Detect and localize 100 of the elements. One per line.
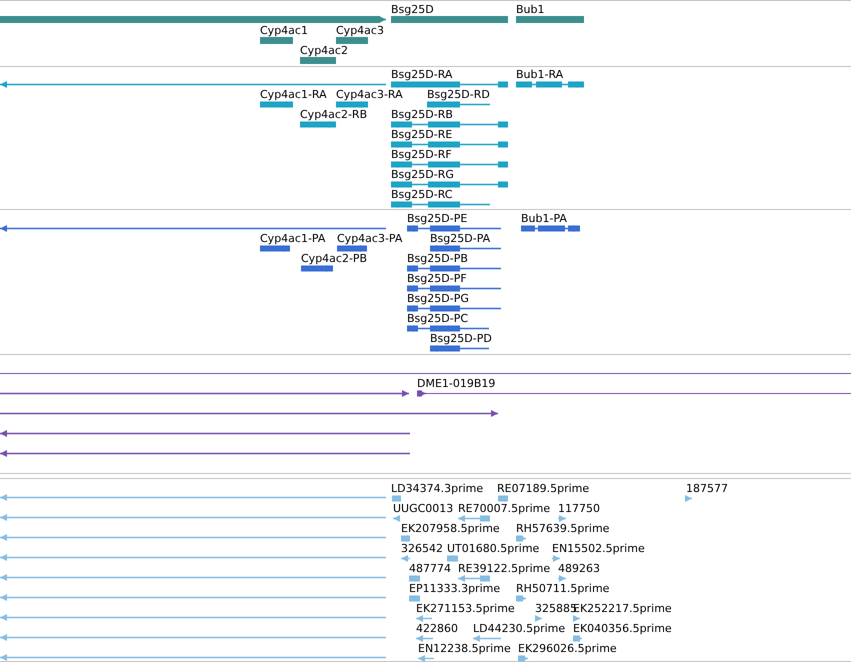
gene-glyph[interactable] xyxy=(300,57,336,64)
feature-label: UUGC0013 xyxy=(393,502,454,515)
feature-label: Cyp4ac3-RA xyxy=(336,88,403,101)
est-glyph[interactable] xyxy=(458,515,490,522)
transcript-glyph[interactable] xyxy=(391,181,508,188)
feature-label: Cyp4ac2-RB xyxy=(300,108,368,121)
est-glyph[interactable] xyxy=(393,515,400,522)
est-glyph[interactable] xyxy=(416,635,433,642)
feature-label: Cyp4ac2 xyxy=(300,44,348,57)
feature-label: Bsg25D xyxy=(391,3,434,16)
est-glyph[interactable] xyxy=(409,595,420,602)
feature-label: Bsg25D-PC xyxy=(407,312,468,325)
transcript-glyph[interactable] xyxy=(516,81,584,88)
feature-label: DME1-019B19 xyxy=(417,377,496,390)
feature-label: 326542 xyxy=(401,542,443,555)
est-glyph[interactable] xyxy=(401,535,410,542)
feature-label: Bsg25D-RD xyxy=(427,88,490,101)
est-glyph[interactable] xyxy=(418,655,434,662)
transcript-glyph[interactable] xyxy=(427,101,490,108)
feature-label: EK207958.5prime xyxy=(401,522,500,535)
feature-label: 117750 xyxy=(558,502,600,515)
feature-label: LD44230.5prime xyxy=(473,622,566,635)
feature-label: 187577 xyxy=(686,482,728,495)
est-glyph[interactable] xyxy=(573,615,580,622)
est-glyph[interactable] xyxy=(558,575,566,582)
protein-glyph[interactable] xyxy=(407,285,501,292)
feature-label: Bub1-RA xyxy=(516,68,564,81)
feature-label: Bsg25D-RF xyxy=(391,148,452,161)
protein-glyph[interactable] xyxy=(407,265,501,272)
transcript-glyph[interactable] xyxy=(336,101,368,108)
feature-label: Bsg25D-RG xyxy=(391,168,454,181)
feature-label: Cyp4ac2-PB xyxy=(301,252,368,265)
est-glyph[interactable] xyxy=(401,555,410,562)
est-glyph[interactable] xyxy=(518,655,528,662)
feature-label: Bsg25D-RB xyxy=(391,108,453,121)
protein-glyph[interactable] xyxy=(407,305,501,312)
feature-label: Bsg25D-PE xyxy=(407,212,468,225)
feature-label: Bsg25D-PG xyxy=(407,292,469,305)
protein-glyph[interactable] xyxy=(407,325,489,332)
protein-glyph[interactable] xyxy=(337,245,367,252)
feature-label: RE07189.5prime xyxy=(497,482,590,495)
feature-label: EK271153.5prime xyxy=(416,602,515,615)
transcript-glyph[interactable] xyxy=(300,121,336,128)
feature-label: Bsg25D-RE xyxy=(391,128,452,141)
gene-glyph[interactable] xyxy=(336,37,368,44)
est-glyph[interactable] xyxy=(516,595,526,602)
est-glyph[interactable] xyxy=(498,495,508,502)
feature-label: Bub1 xyxy=(516,3,544,16)
gene-glyph[interactable] xyxy=(391,16,508,23)
est-glyph[interactable] xyxy=(573,635,582,642)
feature-label: 422860 xyxy=(416,622,458,635)
feature-label: RE70007.5prime xyxy=(458,502,550,515)
feature-label: RH57639.5prime xyxy=(516,522,610,535)
feature-label: EP11333.3prime xyxy=(409,582,500,595)
transcript-glyph[interactable] xyxy=(391,201,490,208)
transcript-glyph[interactable] xyxy=(391,81,508,88)
feature-label: Cyp4ac1 xyxy=(260,24,308,37)
transcript-glyph[interactable] xyxy=(260,101,293,108)
feature-label: Bsg25D-RC xyxy=(391,188,452,201)
feature-label: RH50711.5prime xyxy=(516,582,610,595)
transcript-glyph[interactable] xyxy=(391,121,508,128)
gene-glyph[interactable] xyxy=(516,16,584,23)
protein-glyph[interactable] xyxy=(521,225,580,232)
transcript-glyph[interactable] xyxy=(391,161,508,168)
est-glyph[interactable] xyxy=(516,535,526,542)
est-glyph[interactable] xyxy=(552,555,560,562)
est-glyph[interactable] xyxy=(535,615,542,622)
protein-glyph[interactable] xyxy=(407,225,501,232)
est-glyph[interactable] xyxy=(409,575,420,582)
protein-glyph[interactable] xyxy=(301,265,333,272)
feature-label: EN12238.5prime xyxy=(418,642,511,655)
protein-glyph[interactable] xyxy=(260,245,290,252)
feature-label: RE39122.5prime xyxy=(458,562,550,575)
feature-label: Bub1-PA xyxy=(521,212,567,225)
feature-label: Cyp4ac3 xyxy=(336,24,384,37)
est-glyph[interactable] xyxy=(685,495,692,502)
feature-label: Bsg25D-PF xyxy=(407,272,467,285)
feature-label: Cyp4ac3-PA xyxy=(337,232,402,245)
protein-glyph[interactable] xyxy=(430,345,489,352)
gene-glyph[interactable] xyxy=(260,37,293,44)
feature-label: UT01680.5prime xyxy=(447,542,540,555)
feature-label: Cyp4ac1-PA xyxy=(260,232,326,245)
feature-label: Bsg25D-RA xyxy=(391,68,452,81)
est-glyph[interactable] xyxy=(392,495,401,502)
est-glyph[interactable] xyxy=(416,615,432,622)
est-glyph[interactable] xyxy=(458,575,490,582)
feature-label: Bsg25D-PB xyxy=(407,252,468,265)
feature-label: EN15502.5prime xyxy=(552,542,645,555)
est-glyph[interactable] xyxy=(473,635,501,642)
feature-label: 487774 xyxy=(409,562,451,575)
clone-glyph[interactable] xyxy=(417,390,426,397)
feature-label: LD34374.3prime xyxy=(391,482,484,495)
feature-label: 489263 xyxy=(558,562,600,575)
feature-label: Bsg25D-PA xyxy=(430,232,490,245)
est-glyph[interactable] xyxy=(558,515,566,522)
protein-glyph[interactable] xyxy=(430,245,501,252)
est-glyph[interactable] xyxy=(447,555,458,562)
transcript-glyph[interactable] xyxy=(391,141,508,148)
feature-label: Cyp4ac1-RA xyxy=(260,88,327,101)
feature-label: Bsg25D-PD xyxy=(430,332,492,345)
